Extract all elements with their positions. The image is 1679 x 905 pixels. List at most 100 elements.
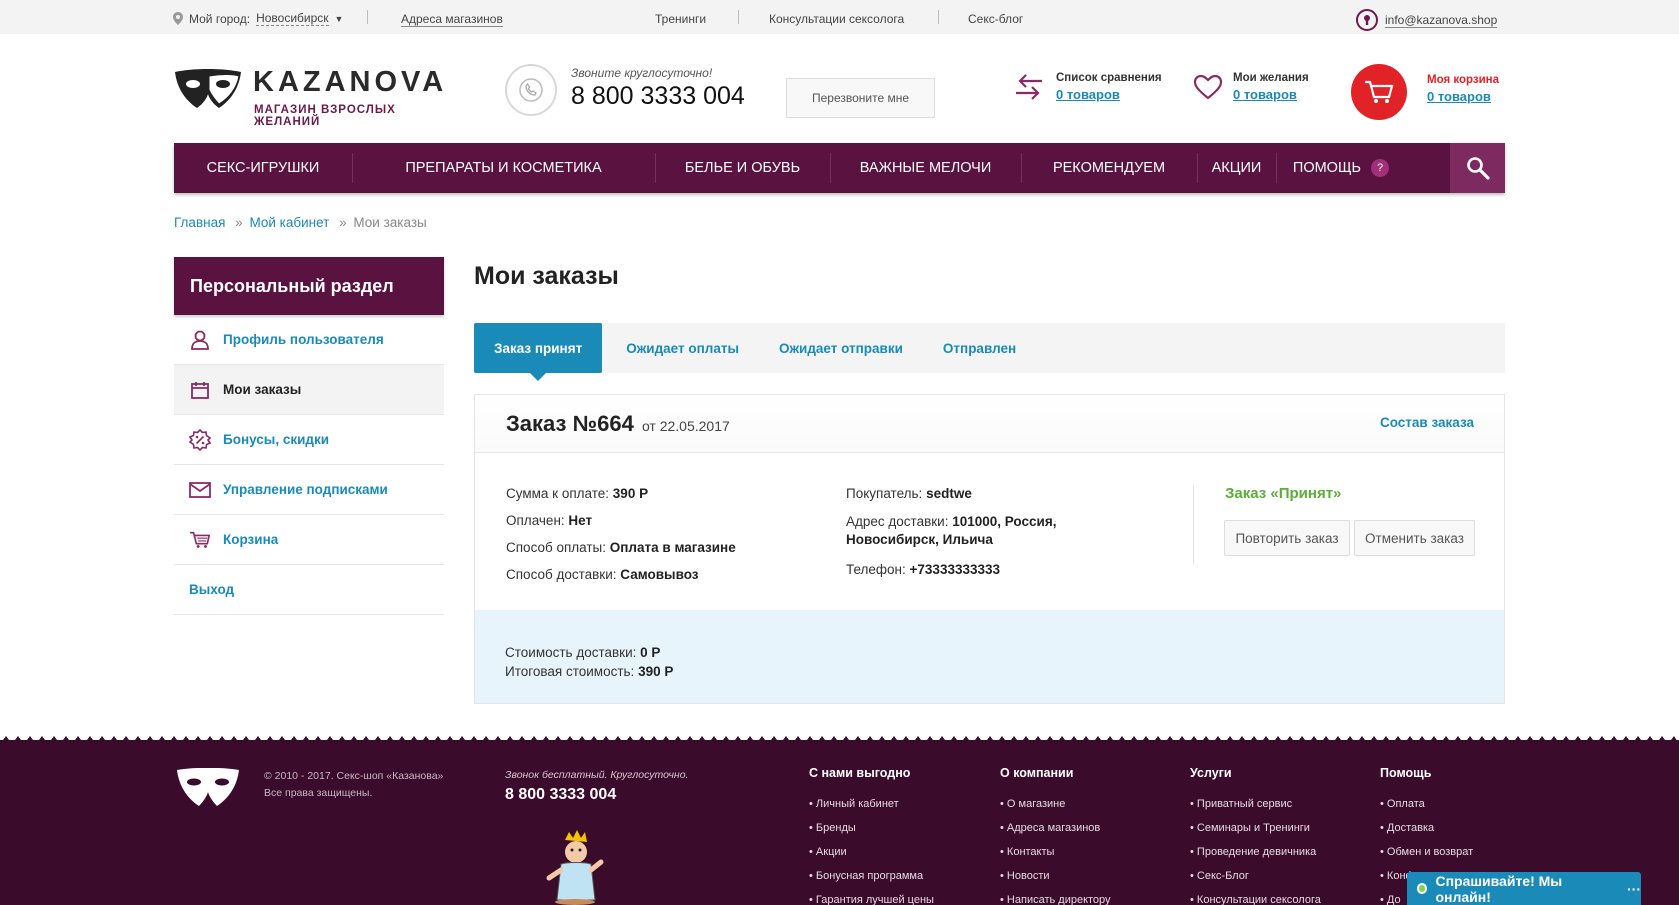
cart-block[interactable]: Моя корзина 0 товаров xyxy=(1427,74,1499,104)
nav-item-lingerie[interactable]: БЕЛЬЕ И ОБУВЬ xyxy=(655,143,830,193)
footer-link[interactable]: Гарантия лучшей цены xyxy=(809,888,934,905)
blog-link[interactable]: Секс-блог xyxy=(968,12,1023,26)
sidebar-item-label: Профиль пользователя xyxy=(223,332,384,347)
main-nav: СЕКС-ИГРУШКИ ПРЕПАРАТЫ И КОСМЕТИКА БЕЛЬЕ… xyxy=(174,143,1505,193)
footer-link[interactable]: Новости xyxy=(1000,864,1111,888)
cancel-order-button[interactable]: Отменить заказ xyxy=(1354,520,1475,556)
copyright-line-1: © 2010 - 2017. Секс-шоп «Казанова» xyxy=(264,770,444,782)
footer-link[interactable]: Адреса магазинов xyxy=(1000,816,1111,840)
search-button[interactable] xyxy=(1450,143,1505,193)
city-label: Мой город: xyxy=(189,11,251,26)
footer-link[interactable]: О магазине xyxy=(1000,792,1111,816)
sum-label: Сумма к оплате: xyxy=(506,486,610,501)
footer-col-benefits: С нами выгодно Личный кабинет Бренды Акц… xyxy=(809,766,934,905)
sidebar-item-label: Выход xyxy=(189,582,235,597)
footer-link[interactable]: Бонусная программа xyxy=(809,864,934,888)
online-chat-button[interactable]: Спрашивайте! Мы онлайн! ··· xyxy=(1407,872,1641,905)
city-selector[interactable]: Мой город: Новосибирск ▼ xyxy=(173,11,343,26)
footer-link[interactable]: Оплата xyxy=(1380,792,1499,816)
footer-link[interactable]: Консультации сексолога xyxy=(1190,888,1321,905)
delivery-method-label: Способ доставки: xyxy=(506,567,617,582)
sidebar-item-label: Мои заказы xyxy=(223,382,302,397)
mask-logo-icon xyxy=(177,768,239,806)
logo-tagline: МАГАЗИН ВЗРОСЛЫХ ЖЕЛАНИЙ xyxy=(254,104,396,128)
wishlist-count[interactable]: 0 товаров xyxy=(1233,87,1309,102)
breadcrumb-cabinet[interactable]: Мой кабинет xyxy=(249,215,329,230)
footer-link[interactable]: Акции xyxy=(809,840,934,864)
footer-col-title: Помощь xyxy=(1380,766,1432,780)
sidebar-item-cart[interactable]: Корзина xyxy=(174,515,444,565)
sidebar-item-profile[interactable]: Профиль пользователя xyxy=(174,315,444,365)
order-details-link[interactable]: Состав заказа xyxy=(1380,415,1474,430)
delivery-cost-value: 0 Р xyxy=(640,645,661,660)
sidebar-item-label: Управление подписками xyxy=(223,482,388,497)
footer-link[interactable]: Доставка xyxy=(1380,816,1499,840)
compare-count[interactable]: 0 товаров xyxy=(1056,87,1162,102)
compare-block[interactable]: Список сравнения 0 товаров xyxy=(1012,72,1162,102)
logo[interactable]: KAZANOVA МАГАЗИН ВЗРОСЛЫХ ЖЕЛАНИЙ xyxy=(173,66,463,128)
repeat-order-button[interactable]: Повторить заказ xyxy=(1224,520,1350,556)
order-date: от 22.05.2017 xyxy=(641,418,730,434)
sidebar-item-label: Бонусы, скидки xyxy=(223,432,330,447)
tab-accepted[interactable]: Заказ принят xyxy=(474,323,603,381)
sidebar-item-bonuses[interactable]: Бонусы, скидки xyxy=(174,415,444,465)
nav-item-help[interactable]: ПОМОЩЬ ? xyxy=(1276,143,1406,193)
nav-item-recommended[interactable]: РЕКОМЕНДУЕМ xyxy=(1021,143,1197,193)
tab-awaiting-shipment[interactable]: Ожидает отправки xyxy=(759,323,923,373)
logo-name: KAZANOVA xyxy=(253,66,448,98)
sidebar-item-logout[interactable]: Выход xyxy=(174,565,444,615)
footer-col-title: Услуги xyxy=(1190,766,1232,780)
sidebar-item-orders[interactable]: Мои заказы xyxy=(174,365,444,415)
divider xyxy=(738,10,739,24)
footer-link[interactable]: Секс-Блог xyxy=(1190,864,1321,888)
city-value[interactable]: Новосибирск xyxy=(256,11,329,26)
breadcrumb-sep: » xyxy=(339,215,347,230)
discount-icon xyxy=(189,428,211,451)
callback-button[interactable]: Перезвоните мне xyxy=(786,78,935,118)
user-icon xyxy=(189,329,211,351)
nav-item-toys[interactable]: СЕКС-ИГРУШКИ xyxy=(174,143,352,193)
tab-shipped[interactable]: Отправлен xyxy=(923,323,1036,373)
copyright-line-2: Все права защищены. xyxy=(264,787,373,799)
email-contact[interactable]: info@kazanova.shop xyxy=(1356,9,1498,31)
footer-phone[interactable]: 8 800 3333 004 xyxy=(505,786,616,804)
pay-method-value: Оплата в магазине xyxy=(609,540,736,555)
wishlist-block[interactable]: Мои желания 0 товаров xyxy=(1193,72,1309,102)
footer-link[interactable]: Проведение девичника xyxy=(1190,840,1321,864)
envelope-icon xyxy=(189,479,211,501)
sum-value: 390 Р xyxy=(612,486,649,501)
divider xyxy=(938,10,939,24)
footer-link[interactable]: Написать директору xyxy=(1000,888,1111,905)
footer-link[interactable]: Контакты xyxy=(1000,840,1111,864)
paid-value: Нет xyxy=(568,513,593,528)
top-bar: Мой город: Новосибирск ▼ Адреса магазино… xyxy=(0,0,1679,34)
chat-label: Спрашивайте! Мы онлайн! xyxy=(1435,872,1563,905)
phone-number[interactable]: 8 800 3333 004 xyxy=(571,82,745,111)
nav-item-accessories[interactable]: ВАЖНЫЕ МЕЛОЧИ xyxy=(830,143,1021,193)
divider xyxy=(367,10,368,24)
trainings-link[interactable]: Тренинги xyxy=(655,12,706,26)
address-value-2: Новосибирск, Ильича xyxy=(846,532,993,547)
footer-link[interactable]: Семинары и Тренинги xyxy=(1190,816,1321,840)
order-header: Заказ №664 от 22.05.2017 Состав заказа xyxy=(475,395,1504,453)
order-status-block: Заказ «Принят» xyxy=(1193,485,1341,565)
tab-awaiting-payment[interactable]: Ожидает оплаты xyxy=(602,323,759,373)
nav-item-cosmetics[interactable]: ПРЕПАРАТЫ И КОСМЕТИКА xyxy=(352,143,655,193)
pay-method-label: Способ оплаты: xyxy=(506,540,607,555)
footer-link[interactable]: Приватный сервис xyxy=(1190,792,1321,816)
cart-count[interactable]: 0 товаров xyxy=(1427,89,1499,104)
breadcrumb-home[interactable]: Главная xyxy=(174,215,225,230)
cart-button[interactable] xyxy=(1351,64,1407,120)
footer-link[interactable]: Бренды xyxy=(809,816,934,840)
order-totals: Стоимость доставки: 0 Р Итоговая стоимос… xyxy=(475,610,1504,703)
consult-link[interactable]: Консультации сексолога xyxy=(769,12,904,26)
sidebar-item-subscriptions[interactable]: Управление подписками xyxy=(174,465,444,515)
footer-link[interactable]: Обмен и возврат xyxy=(1380,840,1499,864)
nav-help-label: ПОМОЩЬ xyxy=(1292,160,1362,176)
nav-item-sales[interactable]: АКЦИИ xyxy=(1197,143,1276,193)
compare-arrows-icon xyxy=(1016,74,1042,100)
footer-link[interactable]: Личный кабинет xyxy=(809,792,934,816)
paid-label: Оплачен: xyxy=(506,513,565,528)
email-text[interactable]: info@kazanova.shop xyxy=(1385,13,1498,28)
stores-link[interactable]: Адреса магазинов xyxy=(401,12,503,27)
